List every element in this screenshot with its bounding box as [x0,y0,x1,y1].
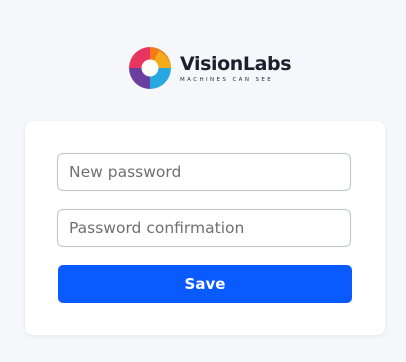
new-password-input[interactable] [57,153,351,191]
brand-tagline: MACHINES CAN SEE [180,76,274,83]
password-form-card: Save [25,121,385,335]
brand-name: VisionLabs [180,52,292,75]
password-confirmation-input[interactable] [57,209,351,247]
brand-logo: VisionLabs MACHINES CAN SEE [129,47,292,89]
visionlabs-logo-icon [129,47,171,89]
save-button[interactable]: Save [58,265,352,303]
